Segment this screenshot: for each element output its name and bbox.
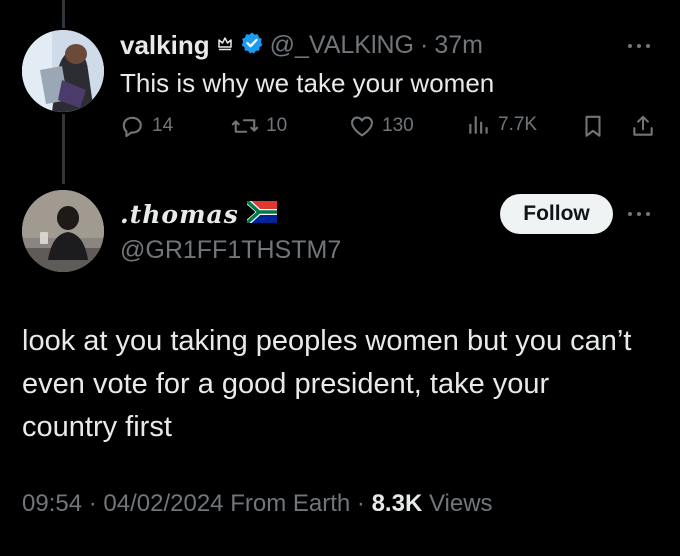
repost-button[interactable]: 10 (230, 112, 287, 140)
tweet-date[interactable]: 04/02/2024 (103, 490, 223, 517)
tweet-metadata: 09:54 · 04/02/2024 From Earth · 8.3K Vie… (22, 490, 493, 518)
main-tweet-text: look at you taking peoples women but you… (22, 325, 632, 443)
south-africa-flag-icon (244, 198, 277, 228)
like-button[interactable]: 130 (348, 112, 414, 140)
bookmark-icon (580, 112, 606, 140)
thread-line-top (62, 0, 65, 28)
share-icon (630, 112, 656, 140)
reply-count: 14 (152, 115, 174, 136)
reply-icon (118, 112, 146, 140)
repost-icon (230, 112, 260, 140)
main-tweet-header: .thomas (120, 198, 277, 229)
thread-line (62, 114, 65, 184)
main-author-handle[interactable]: @GR1FF1THSTM7 (120, 236, 341, 265)
more-options-icon[interactable] (628, 42, 654, 50)
bookmark-button[interactable] (580, 112, 606, 140)
reply-tweet-header: valking @_VALKlNG · 37m (120, 30, 483, 61)
heart-icon (348, 112, 376, 140)
separator-dot: · (88, 490, 97, 517)
tweet-views-label: Views (428, 490, 493, 517)
reply-author-handle[interactable]: @_VALKlNG (270, 31, 414, 60)
repost-count: 10 (266, 115, 288, 136)
reply-actions-bar: 14 10 130 7.7K (118, 112, 668, 148)
views-count: 7.7K (498, 114, 538, 135)
avatar-thomas[interactable] (22, 190, 104, 272)
avatar-photo (22, 190, 104, 272)
avatar-valking[interactable] (22, 30, 104, 112)
reply-timestamp[interactable]: 37m (434, 31, 483, 60)
reply-button[interactable]: 14 (118, 112, 173, 140)
like-count: 130 (382, 115, 414, 136)
separator-dot: · (420, 31, 429, 59)
tweet-views-count[interactable]: 8.3K (372, 490, 423, 517)
tweet-time[interactable]: 09:54 (22, 490, 82, 517)
more-options-icon[interactable] (628, 210, 654, 218)
main-author-name[interactable]: .thomas (120, 200, 239, 229)
reply-author-name[interactable]: valking (120, 30, 210, 61)
crown-icon (216, 34, 234, 57)
share-button[interactable] (630, 112, 656, 140)
views-button[interactable]: 7.7K (466, 112, 537, 138)
verified-badge-icon[interactable] (240, 31, 264, 60)
avatar-photo (22, 30, 104, 112)
reply-tweet-text: This is why we take your women (120, 68, 495, 98)
analytics-icon (466, 112, 492, 138)
follow-button[interactable]: Follow (500, 194, 613, 234)
separator-dot: · (356, 490, 365, 517)
tweet-source: From Earth (230, 490, 351, 517)
